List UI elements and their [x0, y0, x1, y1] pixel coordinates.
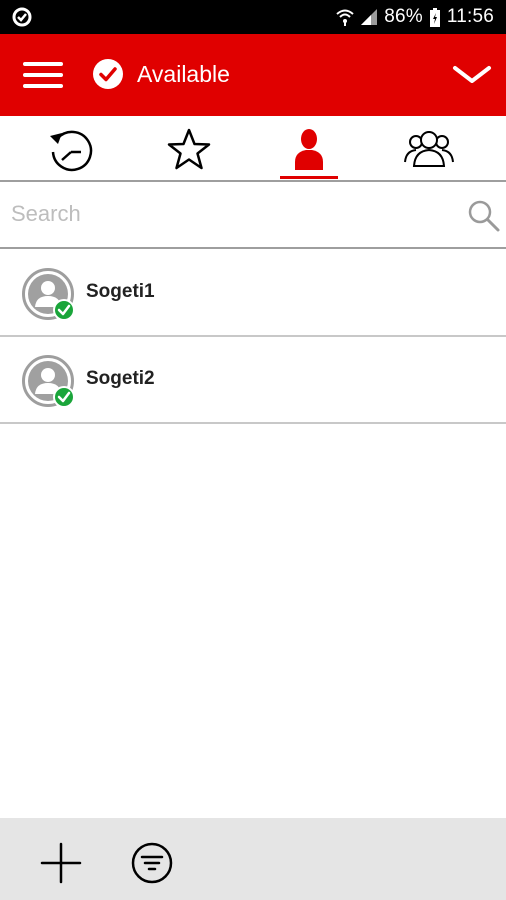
avatar-icon — [22, 355, 75, 408]
bottom-toolbar — [0, 818, 506, 900]
signal-icon — [361, 9, 378, 25]
contact-name: Sogeti1 — [86, 281, 155, 302]
contact-row[interactable]: Sogeti2 — [0, 338, 506, 424]
add-plus-icon[interactable] — [40, 842, 82, 884]
chevron-down-icon[interactable] — [452, 64, 492, 86]
groups-icon — [404, 131, 454, 167]
recent-history-icon — [50, 130, 93, 172]
wifi-icon — [336, 9, 354, 26]
tab-favorites[interactable] — [126, 116, 252, 180]
active-tab-indicator — [280, 176, 338, 179]
clock: 11:56 — [446, 6, 494, 27]
contact-person-icon — [295, 129, 323, 170]
contact-row[interactable]: Sogeti1 — [0, 251, 506, 337]
status-bar-left — [12, 7, 32, 27]
status-bar-right: 86% 11:56 — [336, 6, 494, 28]
battery-percentage: 86% — [384, 6, 423, 27]
filter-icon[interactable] — [131, 842, 173, 884]
battery-icon — [429, 7, 440, 27]
search-icon[interactable] — [467, 199, 501, 233]
tab-contacts[interactable] — [246, 116, 372, 180]
avatar-icon — [22, 268, 75, 321]
search-input[interactable] — [0, 182, 440, 246]
presence-available-badge — [53, 299, 75, 321]
contact-name: Sogeti2 — [86, 368, 155, 389]
hamburger-menu-icon[interactable] — [23, 60, 65, 90]
search-bar — [0, 182, 506, 249]
contacts-screen: 86% 11:56 Available Search Sogeti1 Soget… — [0, 0, 506, 900]
tab-groups[interactable] — [366, 116, 492, 180]
presence-status-label[interactable]: Available — [137, 58, 230, 90]
tab-bar — [0, 116, 506, 182]
favorites-star-icon — [167, 128, 211, 170]
available-check-icon — [93, 59, 123, 89]
app-notification-icon — [12, 7, 32, 27]
app-bar: Available — [0, 34, 506, 116]
tab-recent[interactable] — [8, 116, 134, 180]
status-bar: 86% 11:56 — [0, 0, 506, 34]
presence-available-badge — [53, 386, 75, 408]
